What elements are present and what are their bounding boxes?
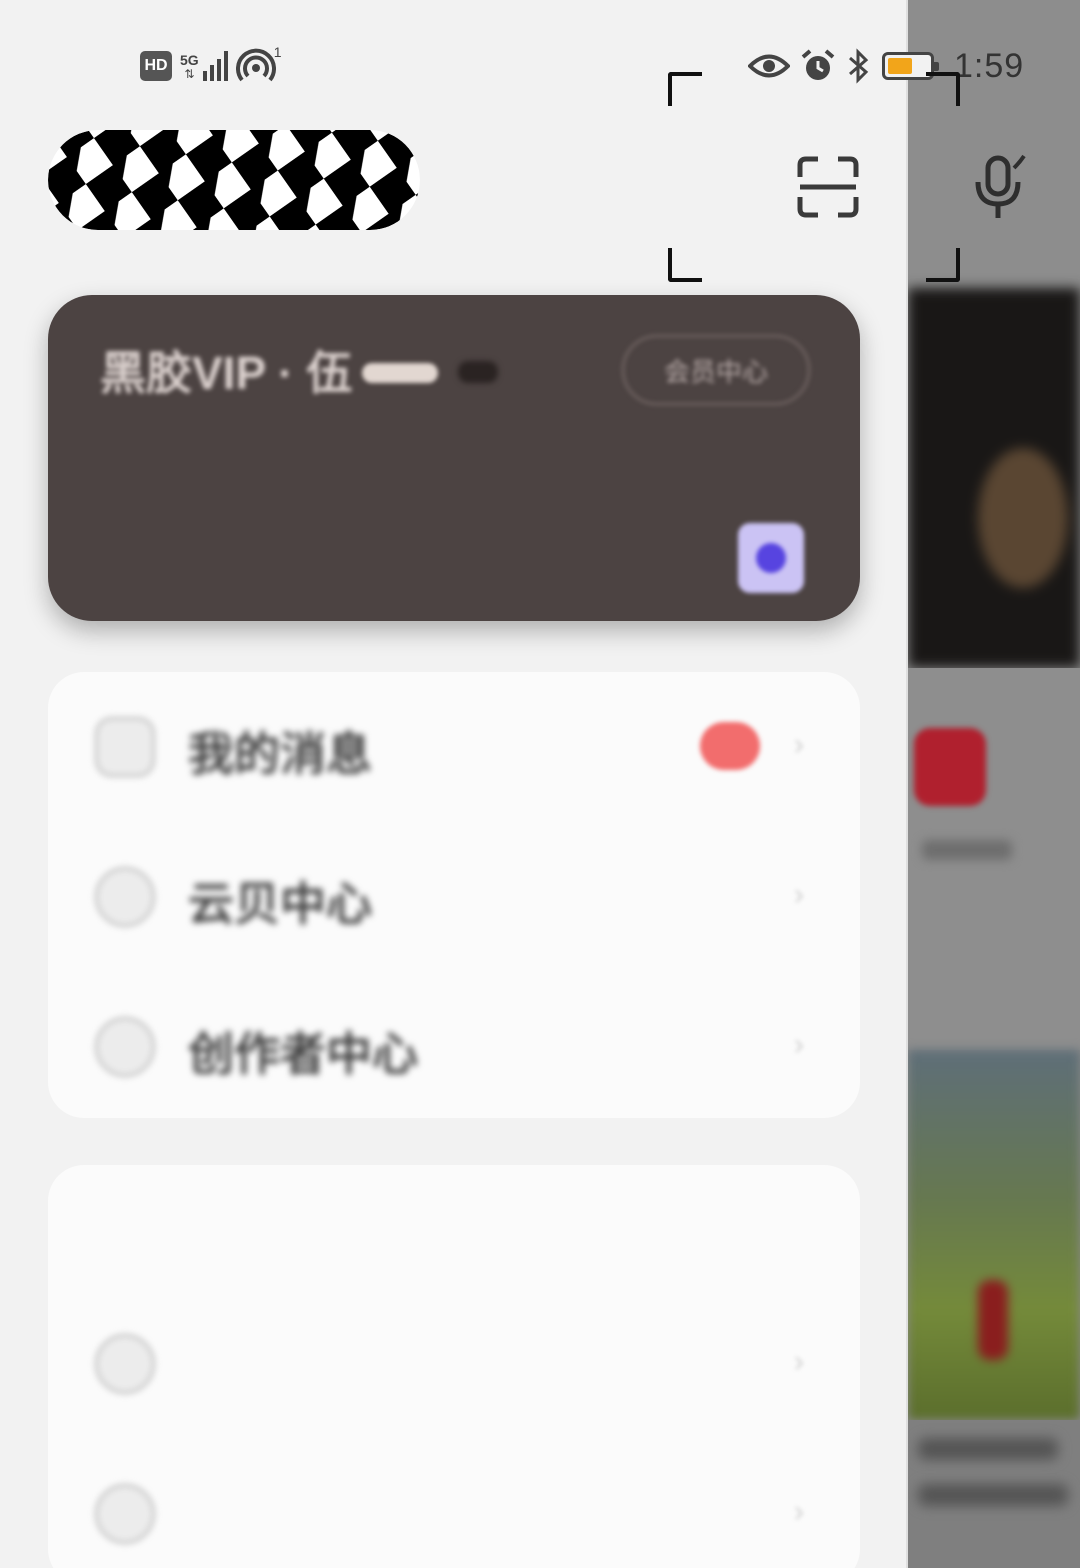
main-page-image-thumbnail: [908, 1050, 1080, 1420]
lightbulb-icon: [94, 1016, 156, 1078]
crop-corner-bottom-right: [926, 248, 960, 282]
hotspot-count: 1: [273, 44, 282, 60]
menu-item-creator-center[interactable]: 创作者中心 ›: [48, 972, 860, 1122]
menu-item-label: 创作者中心: [188, 1028, 418, 1080]
menu-item-play-setting[interactable]: ›: [48, 1289, 860, 1439]
vip-card[interactable]: 黑胶VIP · 伍 会员中心: [48, 295, 860, 621]
menu-card-primary: 我的消息 › 云贝中心 › 创作者中心 ›: [48, 672, 860, 1118]
chevron-right-icon: ›: [794, 878, 804, 911]
main-page-video-thumbnail: [908, 288, 1080, 668]
drawer-edge: [906, 0, 908, 1568]
vip-title: 黑胶VIP · 伍: [100, 347, 353, 399]
vip-level-pill: [362, 363, 438, 383]
status-bar-right: 1:59: [748, 44, 1024, 88]
clock: 1:59: [954, 46, 1025, 85]
menu-item-label: 云贝中心: [188, 878, 372, 930]
gear-icon: [94, 1483, 156, 1545]
crop-corner-top-right: [926, 72, 960, 106]
menu-item-messages[interactable]: 我的消息 ›: [48, 672, 860, 822]
menu-item-label: 我的消息: [188, 728, 372, 780]
unread-badge: [700, 722, 760, 770]
bluetooth-icon: [849, 48, 869, 84]
username-redacted: [48, 130, 420, 230]
network-type-label: 5G: [180, 52, 199, 68]
microphone-icon[interactable]: [970, 152, 1030, 224]
main-page-tile-caption: [922, 840, 1012, 860]
member-center-button[interactable]: 会员中心: [622, 335, 810, 405]
menu-card-secondary: › ›: [48, 1165, 860, 1568]
play-icon: [94, 1333, 156, 1395]
status-bar-left: HD 5G ⇅ 1: [140, 44, 284, 88]
hd-icon: HD: [140, 51, 172, 81]
coin-icon: [94, 866, 156, 928]
chevron-right-icon: ›: [794, 1345, 804, 1378]
scan-icon[interactable]: [796, 155, 860, 219]
menu-item-coin-center[interactable]: 云贝中心 ›: [48, 822, 860, 972]
crop-corner-bottom-left: [668, 248, 702, 282]
vip-level-pill-dark: [458, 361, 498, 383]
message-icon: [94, 716, 156, 778]
main-page-bottom-text: [908, 1420, 1080, 1568]
chevron-right-icon: ›: [794, 1028, 804, 1061]
menu-item-settings[interactable]: ›: [48, 1439, 860, 1568]
main-page-overlay[interactable]: [908, 0, 1080, 1568]
crop-corner-top-left: [668, 72, 702, 106]
chevron-right-icon: ›: [794, 728, 804, 761]
main-page-red-tile: [914, 728, 986, 806]
vip-badge-icon[interactable]: [738, 523, 804, 593]
alarm-icon: [801, 49, 835, 80]
5g-signal-icon: 5G ⇅: [180, 51, 228, 81]
hotspot-icon: 1: [235, 44, 284, 86]
chevron-right-icon: ›: [794, 1495, 804, 1528]
eye-icon: [748, 54, 790, 78]
signal-bars: [202, 51, 228, 81]
